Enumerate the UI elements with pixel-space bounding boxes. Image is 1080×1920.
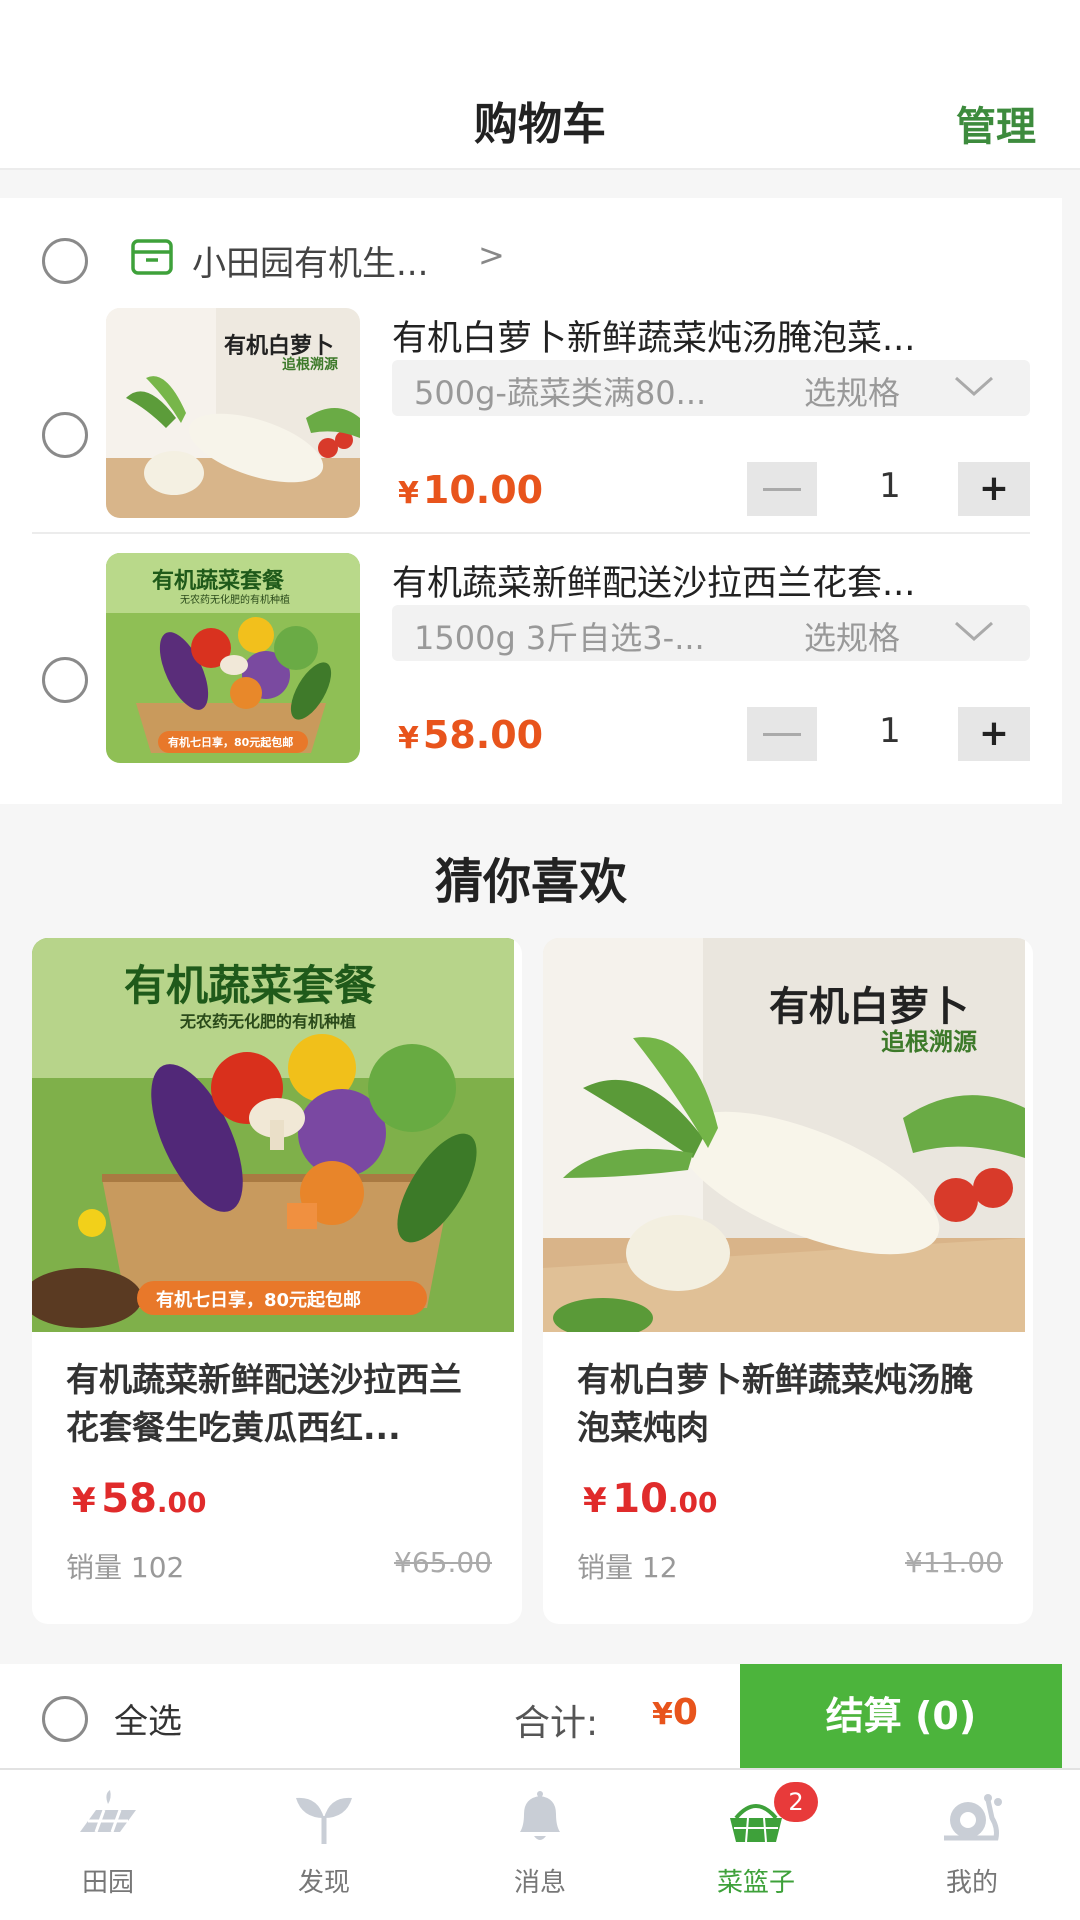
qty-increase-button[interactable]: + xyxy=(958,462,1030,516)
basket-count-badge: 2 xyxy=(774,1782,818,1822)
spec-selector[interactable]: 500g-蔬菜类满80... 选规格 xyxy=(392,360,1030,416)
recommend-card[interactable]: 有机白萝卜 追根溯源 有机白萝卜新鲜蔬菜炖汤腌泡菜炖肉 ¥ 10.00 销量 1… xyxy=(543,938,1033,1624)
spec-selector[interactable]: 1500g 3斤自选3-... 选规格 xyxy=(392,605,1030,661)
thumb-sub-text: 追根溯源 xyxy=(282,357,338,373)
tab-discover[interactable]: 发现 xyxy=(216,1770,432,1920)
spec-pick-label: 选规格 xyxy=(804,619,901,657)
total-label: 合计: xyxy=(514,1703,599,1744)
product-thumbnail[interactable]: 有机白萝卜 追根溯源 xyxy=(106,308,360,518)
store-row[interactable]: 小田园有机生... > xyxy=(0,198,1062,308)
item-title[interactable]: 有机白萝卜新鲜蔬菜炖汤腌泡菜... xyxy=(392,310,1012,361)
select-all-label[interactable]: 全选 xyxy=(114,1694,182,1743)
qty-decrease-button[interactable] xyxy=(747,707,817,761)
thumb-sub-text: 无农药无化肥的有机种植 xyxy=(180,595,290,606)
tab-label: 发现 xyxy=(297,1868,350,1898)
tab-messages[interactable]: 消息 xyxy=(432,1770,648,1920)
field-icon xyxy=(80,1790,136,1833)
qty-value[interactable]: 1 xyxy=(860,466,920,506)
item-select-radio[interactable] xyxy=(42,412,88,458)
product-thumbnail[interactable]: 有机蔬菜套餐 无农药无化肥的有机种植 有机七日享，80元起包邮 xyxy=(106,553,360,763)
manage-button[interactable]: 管理 xyxy=(956,94,1036,152)
image-title-text: 有机蔬菜套餐 xyxy=(124,961,377,1010)
select-all-radio[interactable] xyxy=(42,1696,88,1742)
spec-value: 1500g 3斤自选3-... xyxy=(414,619,705,657)
thumb-banner-text: 有机七日享，80元起包邮 xyxy=(168,736,294,749)
page-title: 购物车 xyxy=(474,99,606,150)
chevron-right-icon: > xyxy=(478,236,505,274)
header-bar: 购物车 管理 xyxy=(0,0,1080,170)
recommend-section-title: 猜你喜欢 xyxy=(434,854,627,910)
store-select-radio[interactable] xyxy=(42,238,88,284)
image-banner-text: 有机七日享，80元起包邮 xyxy=(156,1290,362,1311)
recommend-price: ¥ 58.00 xyxy=(72,1476,207,1522)
cart-store-card: 小田园有机生... > 有机白萝卜 追根溯源 有机白萝卜新鲜蔬菜炖汤腌泡菜... xyxy=(0,198,1062,804)
checkout-button[interactable]: 结算 (0) xyxy=(740,1664,1062,1768)
bottom-tab-bar: 田园 发现 消息 2 菜篮子 我的 xyxy=(0,1768,1080,1920)
spec-pick-label: 选规格 xyxy=(804,374,901,412)
item-price: ¥10.00 xyxy=(398,468,544,512)
recommend-card[interactable]: 有机蔬菜套餐 无农药无化肥的有机种植 有机七日享，80元起包邮 有机蔬菜新鲜配送… xyxy=(32,938,522,1624)
recommend-product-name[interactable]: 有机白萝卜新鲜蔬菜炖汤腌泡菜炖肉 xyxy=(577,1356,997,1452)
recommend-original-price: ¥11.00 xyxy=(905,1546,1003,1579)
tab-basket[interactable]: 2 菜篮子 xyxy=(648,1770,864,1920)
total-amount: ¥0 xyxy=(652,1692,698,1733)
chevron-down-icon xyxy=(955,621,993,642)
tab-label: 我的 xyxy=(945,1868,998,1898)
qty-increase-button[interactable]: + xyxy=(958,707,1030,761)
recommend-original-price: ¥65.00 xyxy=(394,1546,492,1579)
recommend-product-name[interactable]: 有机蔬菜新鲜配送沙拉西兰花套餐生吃黄瓜西红... xyxy=(66,1356,486,1452)
tab-label: 菜篮子 xyxy=(716,1868,795,1898)
item-title[interactable]: 有机蔬菜新鲜配送沙拉西兰花套... xyxy=(392,555,1012,606)
cart-item: 有机白萝卜 追根溯源 有机白萝卜新鲜蔬菜炖汤腌泡菜... 500g-蔬菜类满80… xyxy=(0,308,1062,553)
chevron-down-icon xyxy=(955,376,993,397)
checkout-bar: 全选 合计: ¥0 结算 (0) xyxy=(0,1664,1062,1768)
spec-value: 500g-蔬菜类满80... xyxy=(414,374,707,412)
recommend-sales: 销量 102 xyxy=(66,1551,185,1584)
image-sub-text: 追根溯源 xyxy=(881,1028,977,1056)
store-icon xyxy=(131,239,173,275)
tab-label: 消息 xyxy=(513,1868,566,1898)
qty-decrease-button[interactable] xyxy=(747,462,817,516)
item-price: ¥58.00 xyxy=(398,713,544,757)
item-divider xyxy=(32,532,1030,534)
tab-label: 田园 xyxy=(81,1868,134,1898)
image-sub-text: 无农药无化肥的有机种植 xyxy=(180,1012,357,1031)
qty-value[interactable]: 1 xyxy=(860,711,920,751)
tab-field[interactable]: 田园 xyxy=(0,1770,216,1920)
recommend-price: ¥ 10.00 xyxy=(583,1476,718,1522)
store-name[interactable]: 小田园有机生... xyxy=(192,236,428,285)
tab-profile[interactable]: 我的 xyxy=(864,1770,1080,1920)
item-select-radio[interactable] xyxy=(42,657,88,703)
sprout-icon xyxy=(296,1797,352,1844)
product-image[interactable]: 有机蔬菜套餐 无农药无化肥的有机种植 有机七日享，80元起包邮 xyxy=(32,938,514,1332)
recommend-sales: 销量 12 xyxy=(577,1551,678,1584)
product-image[interactable]: 有机白萝卜 追根溯源 xyxy=(543,938,1025,1332)
snail-icon xyxy=(944,1794,1002,1841)
cart-item: 有机蔬菜套餐 无农药无化肥的有机种植 有机七日享，80元起包邮 有机蔬菜新鲜配送… xyxy=(0,553,1062,798)
bell-icon xyxy=(520,1791,560,1840)
